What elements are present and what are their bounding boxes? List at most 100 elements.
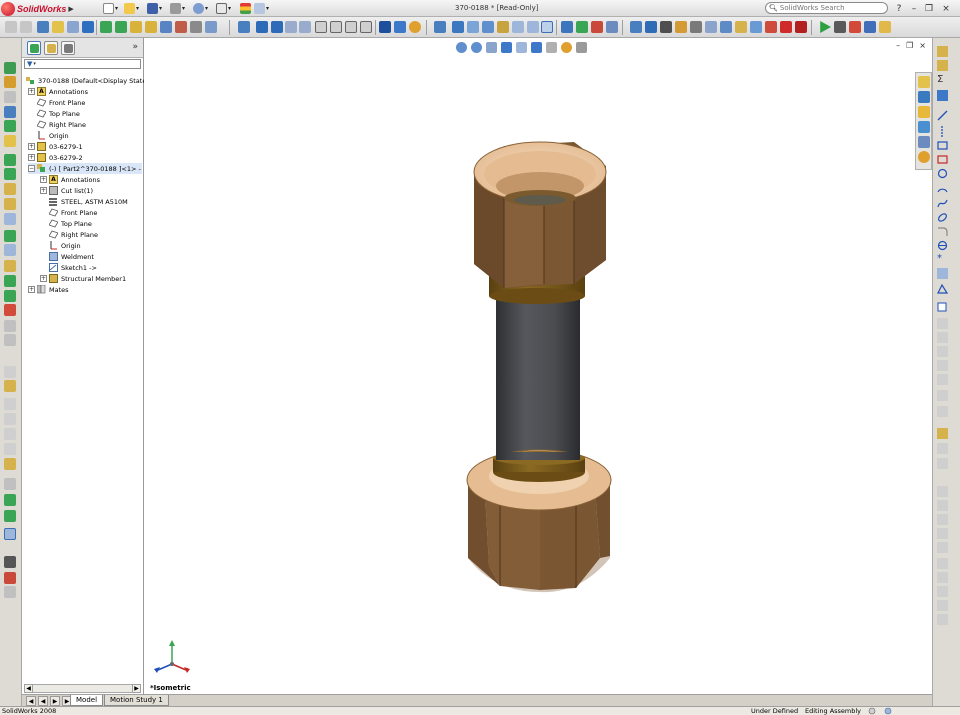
- pipe-assembly-model[interactable]: [144, 38, 932, 694]
- dome-icon[interactable]: [4, 230, 16, 242]
- horizontal-scrollbar[interactable]: ◀ ▶: [24, 684, 141, 693]
- curves-icon[interactable]: [4, 304, 16, 316]
- open-button[interactable]: ▾: [124, 2, 142, 14]
- interference-icon[interactable]: [541, 21, 553, 33]
- circle-icon[interactable]: [937, 168, 948, 179]
- block-icon[interactable]: [937, 558, 948, 569]
- wrap-icon[interactable]: [4, 244, 16, 256]
- shell-icon[interactable]: [4, 183, 16, 195]
- camera-icon[interactable]: [4, 556, 16, 568]
- tree-item-annotations[interactable]: + A Annotations: [28, 86, 88, 97]
- options-button[interactable]: ▾: [254, 2, 272, 14]
- expand-icon[interactable]: +: [40, 176, 47, 183]
- extrude-icon[interactable]: [4, 62, 16, 74]
- smart-fasteners-icon[interactable]: [100, 21, 112, 33]
- tab-property-manager[interactable]: [44, 41, 58, 55]
- component-icon[interactable]: [37, 21, 49, 33]
- ruled-surface-icon[interactable]: [4, 413, 16, 425]
- revolve-icon[interactable]: [4, 76, 16, 88]
- design-checker-icon[interactable]: [750, 21, 762, 33]
- weld-bead-icon[interactable]: [4, 586, 16, 598]
- flow-icon[interactable]: [660, 21, 672, 33]
- axes-icon[interactable]: [482, 21, 494, 33]
- offset-entities-icon[interactable]: [937, 318, 948, 329]
- trim-entities-icon[interactable]: [937, 346, 948, 357]
- structural-member-icon[interactable]: [4, 494, 16, 506]
- tree-item-component[interactable]: +03-6279-1: [28, 141, 83, 152]
- tab-model[interactable]: Model: [70, 695, 104, 706]
- loft-icon[interactable]: [4, 106, 16, 118]
- mass-properties-icon[interactable]: [512, 21, 524, 33]
- tree-item-mates[interactable]: + Mates: [28, 284, 69, 295]
- draft-icon[interactable]: [4, 213, 16, 225]
- relations-icon[interactable]: [937, 90, 948, 101]
- toolbox-icon[interactable]: [434, 21, 446, 33]
- appearance-icon[interactable]: [409, 21, 421, 33]
- tree-item-part2[interactable]: − (-) [ Part2^370-0188 ]<1> -: [28, 163, 142, 174]
- edit-macro-icon[interactable]: [879, 21, 891, 33]
- gusset-icon[interactable]: [4, 572, 16, 584]
- scroll-left-icon[interactable]: ◀: [24, 684, 33, 693]
- repair-sketch-icon[interactable]: [937, 428, 948, 439]
- mate-icon[interactable]: [82, 21, 94, 33]
- belt-chain-icon[interactable]: [937, 572, 948, 583]
- toolbox-settings-icon[interactable]: [735, 21, 747, 33]
- search-input[interactable]: [779, 4, 880, 12]
- pan-icon[interactable]: [256, 21, 268, 33]
- tree-item-origin[interactable]: Origin: [49, 240, 81, 251]
- assembly-icon[interactable]: [52, 21, 64, 33]
- next-tab-icon[interactable]: ▶: [50, 696, 60, 706]
- wireframe-icon[interactable]: [330, 21, 342, 33]
- record-icon[interactable]: [780, 21, 792, 33]
- shaded-edges-icon[interactable]: [360, 21, 372, 33]
- expand-icon[interactable]: +: [28, 88, 35, 95]
- ellipse-icon[interactable]: [937, 212, 948, 223]
- tree-item-front-plane[interactable]: Front Plane: [49, 207, 97, 218]
- plane-icon[interactable]: [937, 283, 949, 295]
- sketch-icon[interactable]: [937, 46, 948, 57]
- status-rebuild-icon[interactable]: [868, 707, 876, 715]
- tree-item-right-plane[interactable]: Right Plane: [37, 119, 86, 130]
- centerline-icon[interactable]: [937, 126, 948, 137]
- polygon-icon[interactable]: [937, 240, 948, 251]
- stop-icon[interactable]: [765, 21, 777, 33]
- status-help-icon[interactable]: [884, 707, 892, 715]
- design-library-icon[interactable]: [918, 91, 930, 103]
- section-icon[interactable]: [527, 21, 539, 33]
- pattern-icon[interactable]: [4, 168, 16, 180]
- tree-item-structural-member[interactable]: + Structural Member1: [40, 273, 126, 284]
- sketch-picture-icon[interactable]: [937, 458, 948, 469]
- new-button[interactable]: ▾: [103, 2, 121, 14]
- move-entities-icon[interactable]: [937, 390, 948, 401]
- tree-item-sketch[interactable]: Sketch1 ->: [49, 262, 97, 273]
- move-component-icon[interactable]: [115, 21, 127, 33]
- explode-block-icon[interactable]: [937, 614, 948, 625]
- expand-icon[interactable]: +: [28, 154, 35, 161]
- zoom-to-fit-icon[interactable]: [285, 21, 297, 33]
- restore-button[interactable]: ❐: [923, 3, 935, 14]
- scroll-right-icon[interactable]: ▶: [132, 684, 141, 693]
- spline-tools-icon[interactable]: [937, 486, 948, 497]
- exploded-view-icon[interactable]: [145, 21, 157, 33]
- record-stop-icon[interactable]: [795, 21, 807, 33]
- offset-surface-icon[interactable]: [4, 398, 16, 410]
- new-macro-icon[interactable]: [864, 21, 876, 33]
- graphics-area[interactable]: – ❐ × *Isometric: [144, 38, 932, 694]
- search-box[interactable]: 🔍︎: [765, 2, 888, 14]
- sigma-icon[interactable]: [705, 21, 717, 33]
- fillet-icon[interactable]: [4, 120, 16, 132]
- display-style-icon[interactable]: [394, 21, 406, 33]
- sketch-text-icon[interactable]: [937, 268, 948, 279]
- prev-tab-icon[interactable]: ◀: [38, 696, 48, 706]
- tree-item-right-plane[interactable]: Right Plane: [49, 229, 98, 240]
- projected-curve-icon[interactable]: [4, 334, 16, 346]
- arc-icon[interactable]: [937, 183, 948, 194]
- hidden-lines-icon[interactable]: [345, 21, 357, 33]
- rib-icon[interactable]: [4, 198, 16, 210]
- tree-item-component[interactable]: +03-6279-2: [28, 152, 83, 163]
- view-palette-icon[interactable]: [918, 136, 930, 148]
- mirror-icon[interactable]: [4, 154, 16, 166]
- tree-item-origin[interactable]: Origin: [37, 130, 69, 141]
- split-entities-icon[interactable]: [937, 542, 948, 553]
- performance-icon[interactable]: [606, 21, 618, 33]
